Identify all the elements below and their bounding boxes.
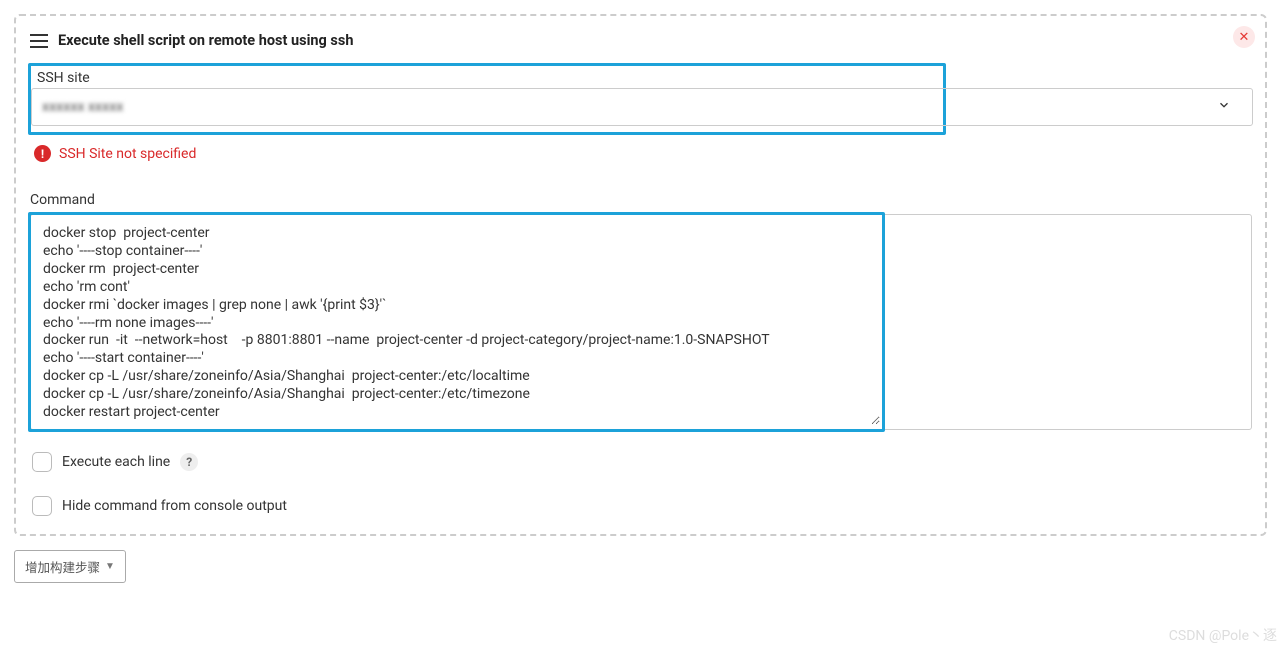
ssh-site-label: SSH site [37,70,937,86]
drag-handle-icon[interactable] [30,34,48,48]
caret-down-icon: ▼ [105,561,115,572]
command-label: Command [30,192,1251,208]
ssh-site-highlight: SSH site xxxxxx xxxxx [28,63,946,135]
ssh-site-select[interactable]: xxxxxx xxxxx [31,88,1253,126]
add-build-step-label: 增加构建步骤 [25,557,100,576]
close-icon[interactable]: ✕ [1233,26,1255,48]
panel-title: Execute shell script on remote host usin… [58,32,353,49]
ssh-site-error: ! SSH Site not specified [34,145,1251,162]
ssh-site-value: xxxxxx xxxxx [42,99,123,115]
command-outer [30,214,1252,430]
execute-each-line-label: Execute each line [62,454,170,470]
hide-command-label: Hide command from console output [62,498,287,514]
add-build-step-button[interactable]: 增加构建步骤 ▼ [14,550,126,583]
command-textarea[interactable] [31,215,880,425]
hide-command-row: Hide command from console output [32,496,1251,516]
error-text: SSH Site not specified [59,146,196,162]
error-icon: ! [34,145,51,162]
execute-each-line-row: Execute each line ? [32,452,1251,472]
hide-command-checkbox[interactable] [32,496,52,516]
execute-each-line-checkbox[interactable] [32,452,52,472]
help-icon[interactable]: ? [180,453,198,471]
build-step-panel: Execute shell script on remote host usin… [14,14,1267,536]
command-highlight [28,212,885,432]
panel-header: Execute shell script on remote host usin… [30,32,1251,49]
command-section: Command [30,192,1251,430]
watermark-text: CSDN @Pole丶逐 [1169,625,1277,645]
